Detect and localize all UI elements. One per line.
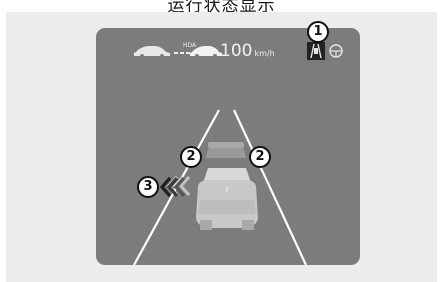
callout-2-right: 2 (249, 146, 271, 168)
host-vehicle-small-icon (134, 46, 170, 58)
lead-vehicle-graphic (206, 142, 246, 158)
callout-2-left: 2 (180, 146, 202, 168)
steering-wheel-icon (329, 44, 343, 58)
callout-1: 1 (307, 21, 329, 43)
lane-keeping-icon (307, 42, 325, 60)
following-distance-icon (174, 52, 190, 54)
speed-unit: km/h (254, 49, 275, 58)
hud-graphics (133, 42, 343, 265)
set-speed-display: 100 km/h (220, 41, 275, 61)
callout-3: 3 (137, 176, 159, 198)
hud-display: HDA 100 km/h (96, 28, 360, 265)
host-vehicle-graphic (196, 168, 258, 230)
lane-change-arrow-icon (160, 176, 186, 198)
hda-label: HDA (183, 42, 197, 49)
speed-value: 100 (220, 41, 253, 61)
